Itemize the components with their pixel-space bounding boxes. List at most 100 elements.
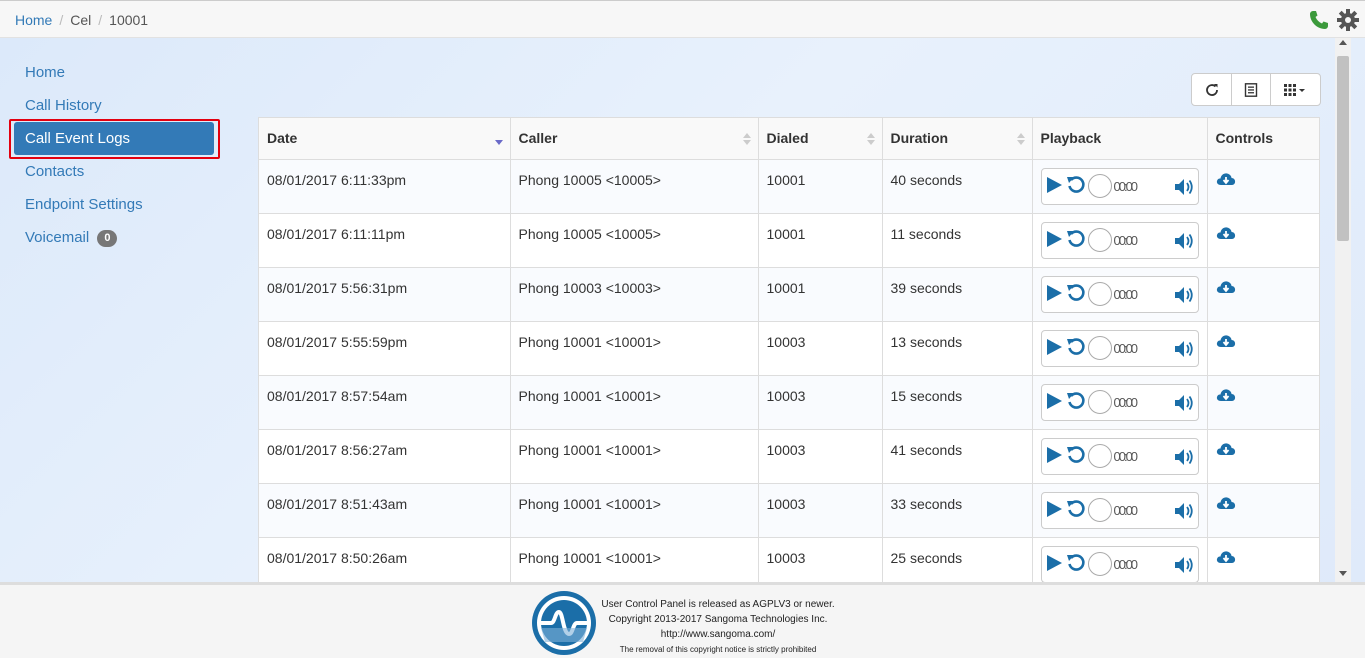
playback-cell: 00:00 — [1032, 483, 1208, 538]
list-view-button[interactable] — [1231, 74, 1270, 105]
columns-dropdown-button[interactable] — [1270, 74, 1320, 105]
download-icon[interactable] — [1216, 496, 1236, 515]
breadcrumb-cel[interactable]: Cel — [70, 12, 91, 28]
caller-cell: Phong 10001 <10001> — [510, 483, 759, 538]
volume-icon[interactable] — [1174, 394, 1194, 415]
controls-cell — [1207, 429, 1319, 484]
scroll-down-arrow[interactable] — [1339, 571, 1347, 576]
replay-icon[interactable] — [1066, 553, 1086, 576]
seek-slider-knob[interactable] — [1087, 444, 1112, 468]
playback-time: 00:00 — [1113, 178, 1139, 194]
controls-cell — [1207, 213, 1319, 268]
sidebar-item-endpoint-settings[interactable]: Endpoint Settings — [14, 188, 214, 221]
seek-slider-knob[interactable] — [1087, 174, 1112, 198]
dialed-cell: 10003 — [758, 483, 883, 538]
date-cell: 08/01/2017 8:50:26am — [259, 537, 511, 582]
sidebar-item-call-history[interactable]: Call History — [14, 89, 214, 122]
controls-cell — [1207, 159, 1319, 214]
volume-icon[interactable] — [1174, 340, 1194, 361]
sidebar-item-call-event-logs[interactable]: Call Event Logs — [14, 122, 214, 155]
replay-icon[interactable] — [1066, 337, 1086, 360]
volume-icon[interactable] — [1174, 502, 1194, 523]
scroll-up-arrow[interactable] — [1339, 40, 1347, 45]
download-icon[interactable] — [1216, 334, 1236, 353]
sort-icon — [866, 133, 875, 145]
play-icon[interactable] — [1044, 499, 1064, 522]
replay-icon[interactable] — [1066, 391, 1086, 414]
call-event-table: Date Caller Dialed Duration Playback Con… — [258, 117, 1320, 582]
duration-cell: 39 seconds — [882, 267, 1033, 322]
playback-cell: 00:00 — [1032, 213, 1208, 268]
controls-cell — [1207, 267, 1319, 322]
audio-player: 00:00 — [1040, 383, 1199, 421]
playback-time: 00:00 — [1113, 340, 1139, 356]
caller-cell: Phong 10005 <10005> — [510, 213, 759, 268]
date-cell: 08/01/2017 8:57:54am — [259, 375, 511, 430]
play-icon[interactable] — [1044, 175, 1064, 198]
play-icon[interactable] — [1044, 229, 1064, 252]
date-cell: 08/01/2017 6:11:11pm — [259, 213, 511, 268]
volume-icon[interactable] — [1174, 286, 1194, 307]
playback-cell: 00:00 — [1032, 321, 1208, 376]
seek-slider-knob[interactable] — [1087, 498, 1112, 522]
sidebar-item-voicemail[interactable]: Voicemail 0 — [14, 221, 214, 254]
seek-slider-knob[interactable] — [1087, 228, 1112, 252]
download-icon[interactable] — [1216, 172, 1236, 191]
phone-icon[interactable] — [1309, 10, 1329, 33]
column-header-duration[interactable]: Duration — [882, 118, 1033, 160]
main-area: Home Call History Call Event Logs Contac… — [0, 38, 1365, 582]
download-icon[interactable] — [1216, 550, 1236, 569]
play-icon[interactable] — [1044, 553, 1064, 576]
download-icon[interactable] — [1216, 280, 1236, 299]
top-icons — [1309, 9, 1359, 34]
column-header-dialed[interactable]: Dialed — [758, 118, 883, 160]
download-icon[interactable] — [1216, 442, 1236, 461]
play-icon[interactable] — [1044, 445, 1064, 468]
volume-icon[interactable] — [1174, 448, 1194, 469]
website-link[interactable]: http://www.sangoma.com/ — [600, 627, 836, 642]
replay-icon[interactable] — [1066, 499, 1086, 522]
sangoma-logo — [531, 590, 597, 658]
audio-player: 00:00 — [1040, 545, 1199, 582]
duration-cell: 41 seconds — [882, 429, 1033, 484]
breadcrumb-home[interactable]: Home — [15, 12, 52, 28]
date-cell: 08/01/2017 5:56:31pm — [259, 267, 511, 322]
audio-player: 00:00 — [1040, 167, 1199, 205]
column-header-date[interactable]: Date — [259, 118, 511, 160]
replay-icon[interactable] — [1066, 229, 1086, 252]
controls-cell — [1207, 537, 1319, 582]
breadcrumb-current: 10001 — [109, 12, 149, 28]
sidebar-item-home[interactable]: Home — [14, 56, 214, 89]
replay-icon[interactable] — [1066, 445, 1086, 468]
volume-icon[interactable] — [1174, 232, 1194, 253]
refresh-button[interactable] — [1192, 74, 1231, 105]
download-icon[interactable] — [1216, 388, 1236, 407]
duration-cell: 13 seconds — [882, 321, 1033, 376]
volume-icon[interactable] — [1174, 556, 1194, 577]
volume-icon[interactable] — [1174, 178, 1194, 199]
sidebar-item-contacts[interactable]: Contacts — [14, 155, 214, 188]
copyright-notice: The removal of this copyright notice is … — [619, 645, 817, 654]
breadcrumb-separator: / — [59, 12, 64, 28]
play-icon[interactable] — [1044, 391, 1064, 414]
replay-icon[interactable] — [1066, 175, 1086, 198]
playback-cell: 00:00 — [1032, 267, 1208, 322]
playback-time: 00:00 — [1113, 448, 1139, 464]
scroll-thumb[interactable] — [1337, 56, 1349, 241]
replay-icon[interactable] — [1066, 283, 1086, 306]
playback-cell: 00:00 — [1032, 537, 1208, 582]
play-icon[interactable] — [1044, 337, 1064, 360]
seek-slider-knob[interactable] — [1087, 552, 1112, 576]
seek-slider-knob[interactable] — [1087, 282, 1112, 306]
seek-slider-knob[interactable] — [1087, 336, 1112, 360]
playback-time: 00:00 — [1113, 394, 1139, 410]
gear-icon[interactable] — [1337, 9, 1359, 34]
page-scrollbar[interactable] — [1335, 38, 1351, 582]
play-icon[interactable] — [1044, 283, 1064, 306]
column-header-caller[interactable]: Caller — [510, 118, 759, 160]
table-row: 08/01/2017 8:56:27am Phong 10001 <10001> 1… — [259, 429, 1319, 484]
download-icon[interactable] — [1216, 226, 1236, 245]
sidebar: Home Call History Call Event Logs Contac… — [14, 56, 214, 254]
seek-slider-knob[interactable] — [1087, 390, 1112, 414]
sort-icon — [1016, 133, 1025, 145]
